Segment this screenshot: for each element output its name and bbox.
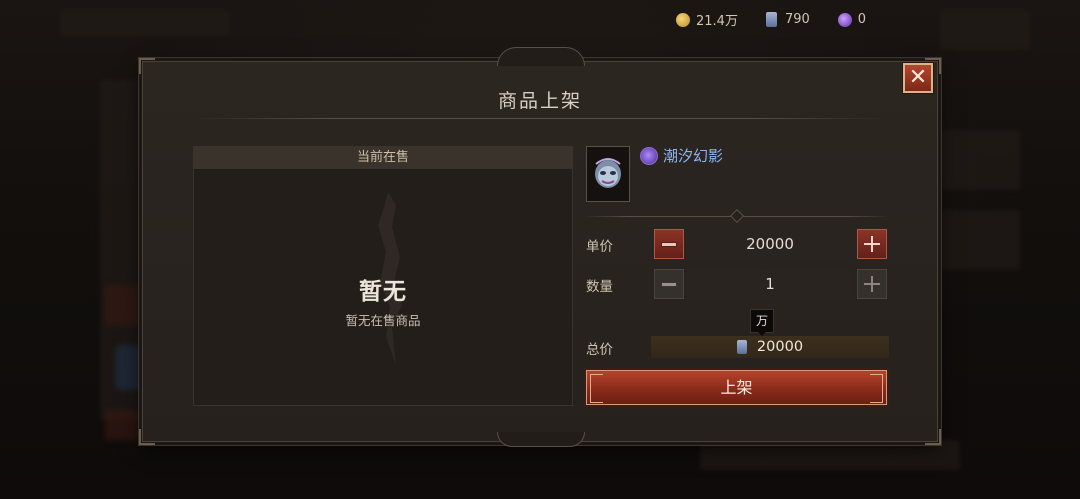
currency-orb: 0 (837, 12, 867, 27)
total-price-field: 20000 (651, 336, 889, 358)
unit-price-input[interactable]: 20000 (686, 229, 854, 259)
title-divider (194, 118, 886, 119)
screen: 21.4万 790 0 ✕ 商品上架 当前在售 暂无 暂无在售商品 潮汐幻影 单… (0, 0, 1080, 499)
background-red-block (105, 285, 140, 325)
background-tab (60, 10, 230, 36)
item-name[interactable]: 潮汐幻影 (663, 145, 723, 166)
quantity-label: 数量 (586, 279, 613, 295)
background-bottom-bar (700, 440, 960, 470)
total-price-value: 20000 (756, 339, 804, 355)
phantom-mask-icon (595, 158, 621, 188)
ticket-amount: 790 (784, 12, 810, 27)
currency-ticket: 790 (765, 12, 810, 27)
total-price-label: 总价 (586, 342, 613, 358)
current-sale-header: 当前在售 (194, 147, 572, 169)
plus-icon (864, 236, 880, 252)
corner-ornament (139, 58, 155, 74)
orb-amount: 0 (857, 12, 867, 27)
corner-ornament (925, 429, 941, 445)
button-ornament (870, 374, 883, 403)
purple-orb-icon (837, 12, 852, 27)
quantity-decrease-button[interactable] (654, 269, 684, 299)
plus-icon (864, 276, 880, 292)
gold-coin-icon (676, 12, 690, 27)
empty-state: 暂无 暂无在售商品 (194, 272, 572, 329)
corner-ornament (139, 429, 155, 445)
button-ornament (590, 374, 603, 403)
background-red-block (105, 410, 140, 440)
minus-icon (661, 281, 677, 287)
ticket-icon (736, 340, 747, 354)
top-ornament (497, 47, 585, 66)
empty-subtitle: 暂无在售商品 (345, 313, 421, 328)
background-topright-block (940, 10, 1030, 50)
item-thumbnail[interactable] (586, 146, 630, 202)
dialog-title: 商品上架 (497, 90, 582, 112)
background-right-block (940, 210, 1020, 270)
unit-hint-tooltip: 万 (750, 309, 774, 333)
list-item-button[interactable]: 上架 (586, 370, 887, 405)
quantity-increase-button[interactable] (857, 269, 887, 299)
rarity-gem-icon (640, 146, 658, 165)
price-decrease-button[interactable] (654, 229, 684, 259)
gold-amount: 21.4万 (696, 14, 738, 29)
price-increase-button[interactable] (857, 229, 887, 259)
list-item-button-label: 上架 (720, 378, 753, 397)
empty-title: 暂无 (359, 279, 407, 305)
quantity-input[interactable]: 1 (686, 269, 854, 299)
minus-icon (661, 241, 677, 247)
current-sale-panel: 当前在售 暂无 暂无在售商品 (193, 146, 573, 406)
currency-gold: 21.4万 (676, 10, 738, 29)
background-right-block (940, 130, 1020, 190)
unit-price-label: 单价 (586, 239, 613, 255)
ticket-icon (765, 12, 777, 27)
bottom-ornament (497, 432, 585, 447)
background-blue-item (115, 345, 143, 390)
currency-bar: 21.4万 790 0 (676, 10, 894, 29)
item-name-row: 潮汐幻影 (640, 145, 723, 166)
